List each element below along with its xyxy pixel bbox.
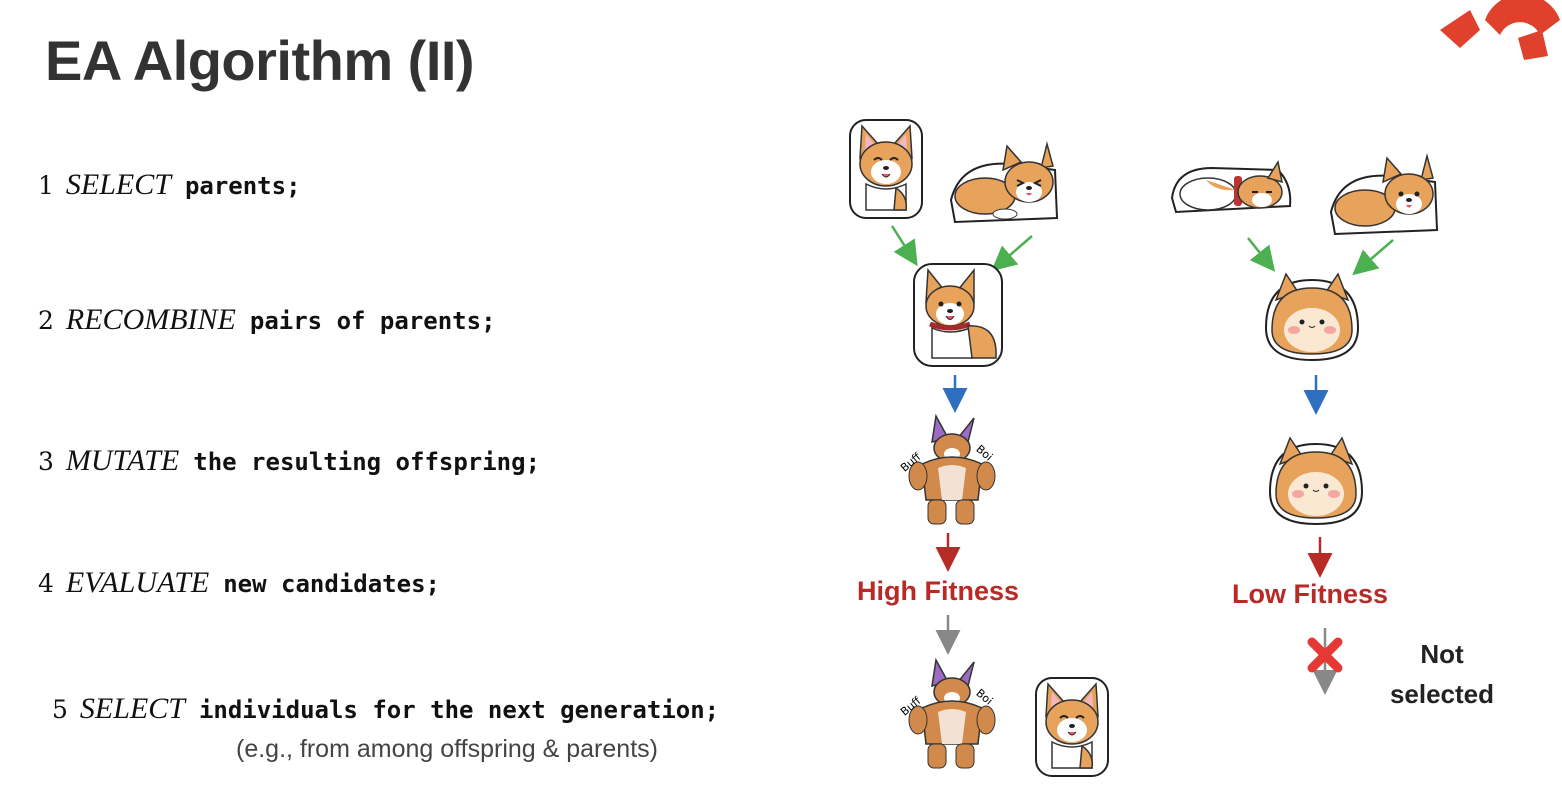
- green-arrow-right-a: [1247, 237, 1276, 272]
- corgi-lying-icon: [949, 141, 1059, 224]
- corgi-sleeping-icon: [1170, 160, 1292, 214]
- corgi-collar-icon: [913, 263, 1003, 367]
- round-corgi-icon: [1264, 272, 1360, 362]
- green-arrow-left-a: [890, 225, 918, 267]
- buff-corgi-icon: Buff Boi: [898, 658, 996, 769]
- round-corgi-icon: [1268, 436, 1364, 526]
- buff-corgi-icon: Buff Boi: [898, 414, 996, 525]
- low-fitness-label: Low Fitness: [1232, 579, 1389, 609]
- not-selected-line2: selected: [1389, 679, 1495, 709]
- not-selected-line1: Not: [1420, 639, 1464, 669]
- high-fitness-label: High Fitness: [857, 576, 1020, 606]
- evolution-diagram: [890, 225, 1394, 695]
- corgi-lying-icon: [1329, 153, 1439, 236]
- boi-text: Boi: [973, 442, 995, 463]
- boi-text: Boi: [973, 686, 995, 707]
- corgi-sitting-icon: [849, 119, 923, 219]
- corgi-sitting-icon: [1035, 677, 1109, 777]
- not-selected-label: Not selected: [1372, 634, 1512, 714]
